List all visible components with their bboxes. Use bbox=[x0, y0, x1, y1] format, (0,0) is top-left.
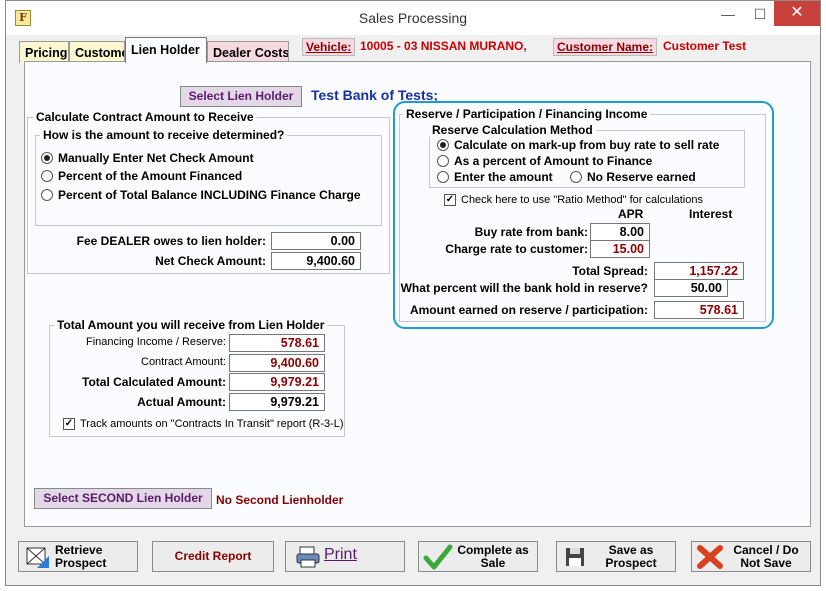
total-amount-group-title: Total Amount you will receive from Lien … bbox=[54, 318, 328, 332]
radio-markup-buy-sell[interactable]: Calculate on mark-up from buy rate to se… bbox=[437, 138, 719, 152]
second-lien-status: No Second Lienholder bbox=[216, 493, 344, 507]
credit-report-button[interactable]: Credit Report bbox=[152, 541, 274, 572]
apr-header: APR bbox=[618, 207, 644, 221]
financing-income-label: Financing Income / Reserve: bbox=[85, 336, 226, 348]
bank-hold-field[interactable]: 50.00 bbox=[654, 279, 728, 297]
floppy-disk-icon bbox=[566, 548, 584, 566]
cancel-do-not-save-label: Cancel / Do Not Save bbox=[733, 543, 799, 570]
cancel-x-icon bbox=[697, 545, 723, 569]
fee-dealer-field[interactable]: 0.00 bbox=[271, 232, 361, 250]
select-lien-holder-button[interactable]: Select Lien Holder bbox=[180, 86, 302, 107]
radio-dot bbox=[41, 152, 53, 164]
radio-label: Manually Enter Net Check Amount bbox=[58, 151, 254, 165]
vehicle-value: 10005 - 03 NISSAN MURANO, bbox=[360, 39, 527, 53]
close-button[interactable]: ✕ bbox=[774, 1, 820, 26]
radio-no-reserve[interactable]: No Reserve earned bbox=[570, 170, 696, 184]
checkbox-box: ✓ bbox=[63, 418, 75, 430]
save-as-prospect-label: Save as Prospect bbox=[605, 543, 657, 570]
amount-earned-label: Amount earned on reserve / participation… bbox=[409, 303, 648, 317]
window-title: Sales Processing bbox=[358, 10, 468, 26]
radio-enter-amount[interactable]: Enter the amount bbox=[437, 170, 553, 184]
radio-manual-net-check[interactable]: Manually Enter Net Check Amount bbox=[41, 151, 254, 165]
select-second-lien-holder-button[interactable]: Select SECOND Lien Holder bbox=[34, 488, 212, 509]
customer-name-value: Customer Test bbox=[663, 39, 747, 53]
total-spread-label: Total Spread: bbox=[572, 264, 648, 278]
title-bar: F Sales Processing — ☐ ✕ bbox=[6, 1, 820, 35]
radio-dot bbox=[437, 155, 449, 167]
radio-label: Enter the amount bbox=[454, 170, 553, 184]
radio-dot bbox=[570, 171, 582, 183]
retrieve-prospect-icon bbox=[26, 547, 49, 568]
credit-report-label: Credit Report bbox=[174, 549, 252, 563]
radio-dot bbox=[437, 171, 449, 183]
track-contracts-checkbox[interactable]: ✓ Track amounts on "Contracts In Transit"… bbox=[63, 418, 344, 430]
financing-income-field: 578.61 bbox=[229, 334, 325, 352]
determine-method-title: How is the amount to receive determined? bbox=[40, 128, 288, 142]
radio-label: Percent of Total Balance INCLUDING Finan… bbox=[58, 188, 361, 202]
total-spread-field: 1,157.22 bbox=[654, 262, 744, 280]
net-check-field[interactable]: 9,400.60 bbox=[271, 252, 361, 270]
radio-dot bbox=[437, 139, 449, 151]
actual-amount-field[interactable]: 9,979.21 bbox=[229, 393, 325, 411]
bank-hold-label: What percent will the bank hold in reser… bbox=[400, 281, 648, 295]
retrieve-prospect-button[interactable]: Retrieve Prospect bbox=[18, 541, 138, 572]
buy-rate-label: Buy rate from bank: bbox=[474, 225, 588, 239]
ratio-method-checkbox[interactable]: ✓ Check here to use "Ratio Method" for ca… bbox=[444, 194, 703, 206]
maximize-button[interactable]: ☐ bbox=[746, 5, 774, 25]
radio-label: No Reserve earned bbox=[587, 170, 696, 184]
radio-percent-amount-financed[interactable]: Percent of the Amount Financed bbox=[41, 169, 242, 183]
tab-lien-holder[interactable]: Lien Holder bbox=[125, 37, 207, 63]
charge-rate-field[interactable]: 15.00 bbox=[590, 240, 650, 258]
complete-as-sale-label: Complete as Sale bbox=[457, 543, 529, 570]
complete-as-sale-button[interactable]: Complete as Sale bbox=[418, 541, 538, 572]
save-as-prospect-button[interactable]: Save as Prospect bbox=[556, 541, 676, 572]
checkbox-box: ✓ bbox=[444, 194, 456, 206]
radio-label: Calculate on mark-up from buy rate to se… bbox=[454, 138, 720, 152]
radio-dot bbox=[41, 170, 53, 182]
radio-percent-amount-finance[interactable]: As a percent of Amount to Finance bbox=[437, 154, 652, 168]
tab-customer[interactable]: Customer bbox=[69, 41, 125, 63]
amount-earned-field: 578.61 bbox=[654, 301, 744, 319]
total-calculated-label: Total Calculated Amount: bbox=[82, 375, 226, 389]
fee-dealer-label: Fee DEALER owes to lien holder: bbox=[76, 234, 266, 248]
buy-rate-field[interactable]: 8.00 bbox=[590, 223, 650, 241]
radio-label: As a percent of Amount to Finance bbox=[454, 154, 653, 168]
print-button[interactable]: Print bbox=[285, 541, 405, 572]
radio-dot bbox=[41, 189, 53, 201]
checkbox-label: Track amounts on "Contracts In Transit" … bbox=[80, 418, 344, 430]
checkmark-icon bbox=[423, 544, 453, 570]
checkbox-label: Check here to use "Ratio Method" for cal… bbox=[461, 194, 703, 206]
radio-label: Percent of the Amount Financed bbox=[58, 169, 243, 183]
reserve-method-title: Reserve Calculation Method bbox=[429, 123, 596, 137]
minimize-button[interactable]: — bbox=[714, 5, 742, 25]
total-calculated-field: 9,979.21 bbox=[229, 373, 325, 391]
tab-pricing[interactable]: Pricing bbox=[19, 41, 69, 63]
contract-amount-field: 9,400.60 bbox=[229, 354, 325, 372]
retrieve-prospect-label: Retrieve Prospect bbox=[55, 543, 107, 570]
actual-amount-label: Actual Amount: bbox=[137, 395, 226, 409]
vehicle-label[interactable]: Vehicle: bbox=[302, 38, 356, 56]
customer-name-label[interactable]: Customer Name: bbox=[553, 38, 658, 56]
contract-amount-group-title: Calculate Contract Amount to Receive bbox=[33, 110, 257, 124]
cancel-do-not-save-button[interactable]: Cancel / Do Not Save bbox=[691, 541, 811, 572]
charge-rate-label: Charge rate to customer: bbox=[445, 242, 588, 256]
radio-percent-total-balance[interactable]: Percent of Total Balance INCLUDING Finan… bbox=[41, 188, 361, 202]
interest-header: Interest bbox=[689, 207, 733, 221]
printer-icon bbox=[296, 546, 320, 568]
tab-dealer-costs[interactable]: Dealer Costs bbox=[207, 41, 289, 63]
contract-amount-label: Contract Amount: bbox=[141, 356, 226, 368]
sales-processing-window: F Sales Processing — ☐ ✕ Pricing Custome… bbox=[5, 0, 821, 586]
print-label: Print bbox=[324, 546, 357, 563]
reserve-group-title: Reserve / Participation / Financing Inco… bbox=[403, 107, 651, 121]
net-check-label: Net Check Amount: bbox=[155, 254, 266, 268]
